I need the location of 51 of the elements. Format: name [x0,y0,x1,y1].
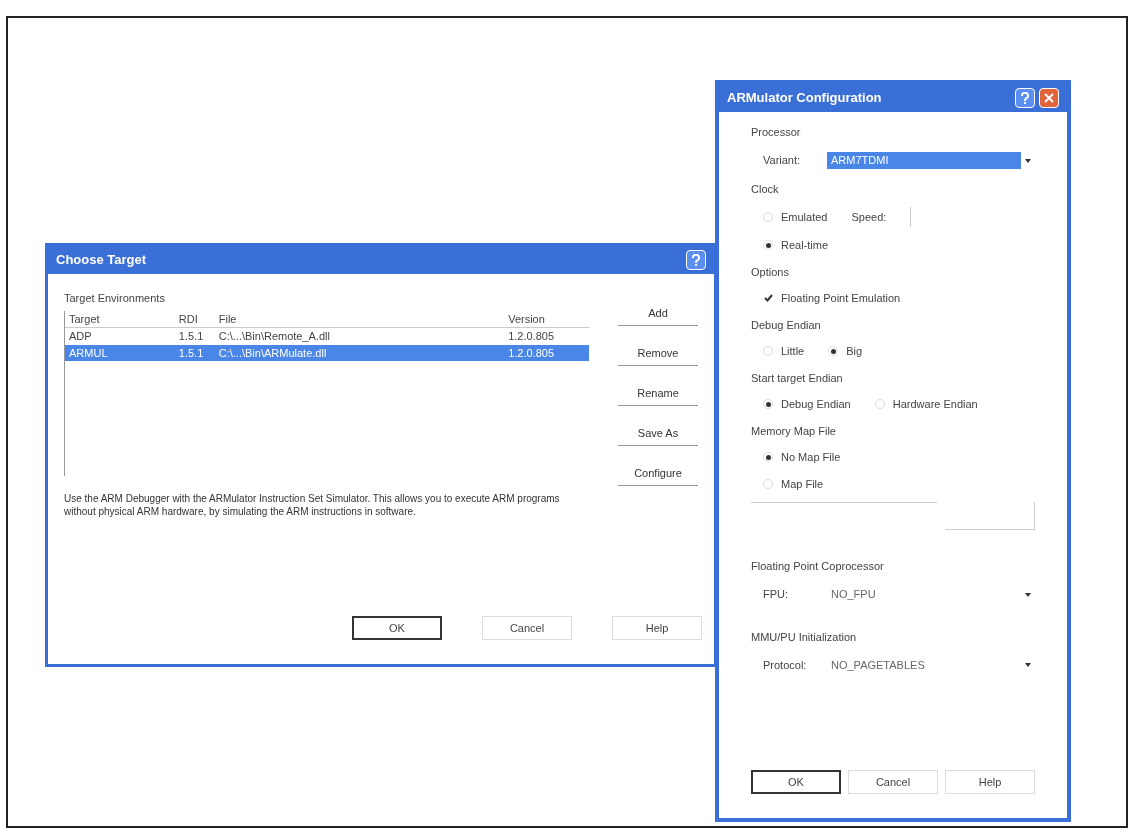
table-cell-text: 1.2.0.805 [507,329,556,344]
table-row[interactable]: ADP 1.5.1 C:\...\Bin\Remote_A.dll 1.2.0.805 [65,328,589,345]
group-label: Clock [751,181,780,197]
field-label: FPU: [763,587,790,603]
radio-label: Real-time [781,238,829,253]
table-cell-text: 1.2.0.805 [507,345,556,361]
table-cell-text: 1.5.1 [177,329,205,344]
radio-label: Debug Endian [781,397,851,412]
column-header[interactable]: File [214,310,505,327]
checkbox[interactable] [763,293,773,304]
radio-label: Big [846,344,863,359]
help-icon[interactable] [686,250,706,270]
description-text: Use the ARM Debugger with the ARMulator Instruction Set Simulator. This allows you to execute ARM programs without physical ARM hardware, by simulating the ARM instructions in software. [64,491,561,518]
dialog-button[interactable]: Cancel [482,616,572,640]
group-label: Start target Endian [751,370,844,386]
table-cell-text: 1.5.1 [177,345,205,361]
help-icon[interactable] [1015,88,1035,108]
close-icon[interactable] [1039,88,1059,108]
table-cell-text: ARMUL [68,345,109,361]
radio-label: Map File [781,476,824,492]
table-cell-text: C:\...\Bin\Remote_A.dll [217,329,331,344]
field-label: Speed: [851,209,887,225]
table-cell-text: ADP [68,329,93,344]
radio-label: Emulated [781,209,828,225]
field-label: Variant: [763,153,802,169]
window-title: ARMulator Configuration [727,89,883,108]
group-label: Debug Endian [751,317,822,333]
dropdown[interactable]: NO_FPU [827,584,1035,605]
dialog-button[interactable]: OK [352,616,442,640]
window-title: Choose Target [56,251,148,270]
group-label: Memory Map File [751,423,837,439]
dialog-button[interactable]: Cancel [848,770,938,794]
group-label: Options [751,264,790,280]
dropdown[interactable]: NO_PAGETABLES [827,655,1035,675]
table-cell-text: C:\...\Bin\ARMulate.dll [217,345,328,361]
group-label: Floating Point Coprocessor [751,559,885,574]
field-label: Protocol: [763,657,808,673]
group-label: MMU/PU Initialization [751,629,858,645]
radio-label: Hardware Endian [892,397,978,412]
dialog-button[interactable]: OK [751,770,841,794]
table-row[interactable]: ARMUL 1.5.1 C:\...\Bin\ARMulate.dll 1.2.0.805 [65,344,589,361]
column-header[interactable]: RDI [174,310,215,327]
dialog-button[interactable]: Help [945,770,1035,794]
dialog-button[interactable]: Help [612,616,702,640]
radio-label: Little [781,344,805,359]
radio-label: No Map File [781,450,841,465]
column-header[interactable]: Target [65,310,175,327]
group-label: Target Environments [64,291,166,306]
column-header[interactable]: Version [504,310,589,327]
group-label: Processor [751,125,802,140]
checkbox-label: Floating Point Emulation [781,291,901,306]
